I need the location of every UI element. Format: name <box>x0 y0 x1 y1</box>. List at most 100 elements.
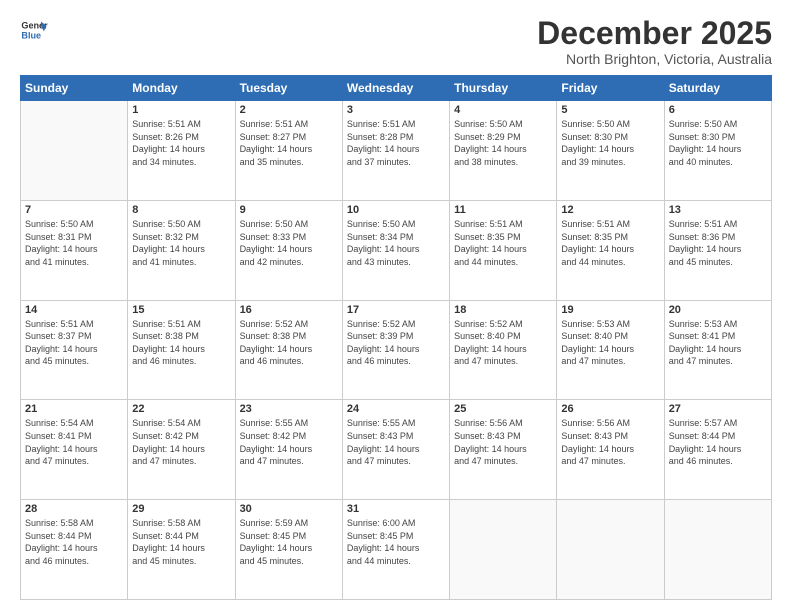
week-row-1: 1 Sunrise: 5:51 AM Sunset: 8:26 PM Daylig… <box>21 101 772 201</box>
weekday-header-sunday: Sunday <box>21 76 128 101</box>
day-info: Sunrise: 5:52 AM Sunset: 8:38 PM Dayligh… <box>240 318 338 368</box>
weekday-header-monday: Monday <box>128 76 235 101</box>
svg-text:Blue: Blue <box>21 30 41 40</box>
week-row-2: 7 Sunrise: 5:50 AM Sunset: 8:31 PM Daylig… <box>21 200 772 300</box>
weekday-header-tuesday: Tuesday <box>235 76 342 101</box>
day-number: 6 <box>669 104 767 116</box>
calendar-cell: 8 Sunrise: 5:50 AM Sunset: 8:32 PM Daylig… <box>128 200 235 300</box>
calendar-cell: 27Sunrise: 5:57 AM Sunset: 8:44 PM Dayli… <box>664 400 771 500</box>
day-number: 28 <box>25 503 123 515</box>
day-info: Sunrise: 5:51 AM Sunset: 8:38 PM Dayligh… <box>132 318 230 368</box>
day-info: Sunrise: 5:51 AM Sunset: 8:35 PM Dayligh… <box>454 218 552 268</box>
day-info: Sunrise: 5:50 AM Sunset: 8:34 PM Dayligh… <box>347 218 445 268</box>
calendar-table: SundayMondayTuesdayWednesdayThursdayFrid… <box>20 75 772 600</box>
day-info: Sunrise: 5:50 AM Sunset: 8:30 PM Dayligh… <box>561 118 659 168</box>
day-info: Sunrise: 5:51 AM Sunset: 8:26 PM Dayligh… <box>132 118 230 168</box>
day-info: Sunrise: 5:58 AM Sunset: 8:44 PM Dayligh… <box>132 517 230 567</box>
calendar-cell <box>21 101 128 201</box>
day-number: 24 <box>347 403 445 415</box>
calendar-cell: 3 Sunrise: 5:51 AM Sunset: 8:28 PM Daylig… <box>342 101 449 201</box>
calendar-cell: 22Sunrise: 5:54 AM Sunset: 8:42 PM Dayli… <box>128 400 235 500</box>
calendar-cell: 12 Sunrise: 5:51 AM Sunset: 8:35 PM Dayli… <box>557 200 664 300</box>
day-number: 3 <box>347 104 445 116</box>
day-number: 31 <box>347 503 445 515</box>
header: General Blue December 2025 North Brighto… <box>20 16 772 67</box>
day-number: 7 <box>25 204 123 216</box>
week-row-4: 21Sunrise: 5:54 AM Sunset: 8:41 PM Dayli… <box>21 400 772 500</box>
day-info: Sunrise: 5:56 AM Sunset: 8:43 PM Dayligh… <box>561 417 659 467</box>
calendar-cell <box>664 500 771 600</box>
day-number: 13 <box>669 204 767 216</box>
calendar-cell: 4 Sunrise: 5:50 AM Sunset: 8:29 PM Daylig… <box>450 101 557 201</box>
day-info: Sunrise: 5:53 AM Sunset: 8:40 PM Dayligh… <box>561 318 659 368</box>
calendar-cell: 16Sunrise: 5:52 AM Sunset: 8:38 PM Dayli… <box>235 300 342 400</box>
day-number: 19 <box>561 304 659 316</box>
day-number: 26 <box>561 403 659 415</box>
calendar-cell: 23Sunrise: 5:55 AM Sunset: 8:42 PM Dayli… <box>235 400 342 500</box>
calendar-cell: 9Sunrise: 5:50 AM Sunset: 8:33 PM Daylig… <box>235 200 342 300</box>
day-number: 18 <box>454 304 552 316</box>
day-number: 29 <box>132 503 230 515</box>
day-info: Sunrise: 5:57 AM Sunset: 8:44 PM Dayligh… <box>669 417 767 467</box>
weekday-header-friday: Friday <box>557 76 664 101</box>
day-number: 4 <box>454 104 552 116</box>
day-info: Sunrise: 5:50 AM Sunset: 8:32 PM Dayligh… <box>132 218 230 268</box>
calendar-cell: 24 Sunrise: 5:55 AM Sunset: 8:43 PM Dayli… <box>342 400 449 500</box>
day-number: 21 <box>25 403 123 415</box>
day-number: 2 <box>240 104 338 116</box>
month-title: December 2025 <box>537 16 772 51</box>
calendar-cell: 11 Sunrise: 5:51 AM Sunset: 8:35 PM Dayli… <box>450 200 557 300</box>
weekday-header-thursday: Thursday <box>450 76 557 101</box>
day-number: 15 <box>132 304 230 316</box>
day-number: 8 <box>132 204 230 216</box>
day-info: Sunrise: 5:55 AM Sunset: 8:42 PM Dayligh… <box>240 417 338 467</box>
day-number: 1 <box>132 104 230 116</box>
calendar-cell: 5Sunrise: 5:50 AM Sunset: 8:30 PM Daylig… <box>557 101 664 201</box>
day-number: 10 <box>347 204 445 216</box>
calendar-cell: 25Sunrise: 5:56 AM Sunset: 8:43 PM Dayli… <box>450 400 557 500</box>
calendar-cell: 10 Sunrise: 5:50 AM Sunset: 8:34 PM Dayli… <box>342 200 449 300</box>
weekday-header-row: SundayMondayTuesdayWednesdayThursdayFrid… <box>21 76 772 101</box>
calendar-cell: 29 Sunrise: 5:58 AM Sunset: 8:44 PM Dayli… <box>128 500 235 600</box>
week-row-5: 28 Sunrise: 5:58 AM Sunset: 8:44 PM Dayli… <box>21 500 772 600</box>
calendar-cell <box>450 500 557 600</box>
day-number: 17 <box>347 304 445 316</box>
day-number: 9 <box>240 204 338 216</box>
calendar-cell: 1 Sunrise: 5:51 AM Sunset: 8:26 PM Daylig… <box>128 101 235 201</box>
day-info: Sunrise: 5:50 AM Sunset: 8:30 PM Dayligh… <box>669 118 767 168</box>
day-info: Sunrise: 5:51 AM Sunset: 8:27 PM Dayligh… <box>240 118 338 168</box>
day-info: Sunrise: 5:51 AM Sunset: 8:28 PM Dayligh… <box>347 118 445 168</box>
title-block: December 2025 North Brighton, Victoria, … <box>537 16 772 67</box>
calendar-cell: 6 Sunrise: 5:50 AM Sunset: 8:30 PM Daylig… <box>664 101 771 201</box>
weekday-header-wednesday: Wednesday <box>342 76 449 101</box>
day-number: 20 <box>669 304 767 316</box>
calendar-cell: 14Sunrise: 5:51 AM Sunset: 8:37 PM Dayli… <box>21 300 128 400</box>
location-subtitle: North Brighton, Victoria, Australia <box>537 51 772 67</box>
logo-icon: General Blue <box>20 16 48 44</box>
day-info: Sunrise: 5:59 AM Sunset: 8:45 PM Dayligh… <box>240 517 338 567</box>
day-info: Sunrise: 6:00 AM Sunset: 8:45 PM Dayligh… <box>347 517 445 567</box>
calendar-cell <box>557 500 664 600</box>
day-info: Sunrise: 5:50 AM Sunset: 8:31 PM Dayligh… <box>25 218 123 268</box>
calendar-cell: 28 Sunrise: 5:58 AM Sunset: 8:44 PM Dayli… <box>21 500 128 600</box>
logo: General Blue <box>20 16 48 44</box>
day-info: Sunrise: 5:56 AM Sunset: 8:43 PM Dayligh… <box>454 417 552 467</box>
calendar-cell: 31 Sunrise: 6:00 AM Sunset: 8:45 PM Dayli… <box>342 500 449 600</box>
day-info: Sunrise: 5:51 AM Sunset: 8:35 PM Dayligh… <box>561 218 659 268</box>
day-info: Sunrise: 5:51 AM Sunset: 8:37 PM Dayligh… <box>25 318 123 368</box>
calendar-cell: 19 Sunrise: 5:53 AM Sunset: 8:40 PM Dayli… <box>557 300 664 400</box>
calendar-cell: 13Sunrise: 5:51 AM Sunset: 8:36 PM Dayli… <box>664 200 771 300</box>
calendar-cell: 2 Sunrise: 5:51 AM Sunset: 8:27 PM Daylig… <box>235 101 342 201</box>
calendar-cell: 17Sunrise: 5:52 AM Sunset: 8:39 PM Dayli… <box>342 300 449 400</box>
calendar-cell: 15 Sunrise: 5:51 AM Sunset: 8:38 PM Dayli… <box>128 300 235 400</box>
day-number: 11 <box>454 204 552 216</box>
day-number: 30 <box>240 503 338 515</box>
day-info: Sunrise: 5:55 AM Sunset: 8:43 PM Dayligh… <box>347 417 445 467</box>
calendar-cell: 7 Sunrise: 5:50 AM Sunset: 8:31 PM Daylig… <box>21 200 128 300</box>
calendar-cell: 21Sunrise: 5:54 AM Sunset: 8:41 PM Dayli… <box>21 400 128 500</box>
day-number: 12 <box>561 204 659 216</box>
day-info: Sunrise: 5:50 AM Sunset: 8:29 PM Dayligh… <box>454 118 552 168</box>
day-info: Sunrise: 5:58 AM Sunset: 8:44 PM Dayligh… <box>25 517 123 567</box>
day-number: 22 <box>132 403 230 415</box>
weekday-header-saturday: Saturday <box>664 76 771 101</box>
